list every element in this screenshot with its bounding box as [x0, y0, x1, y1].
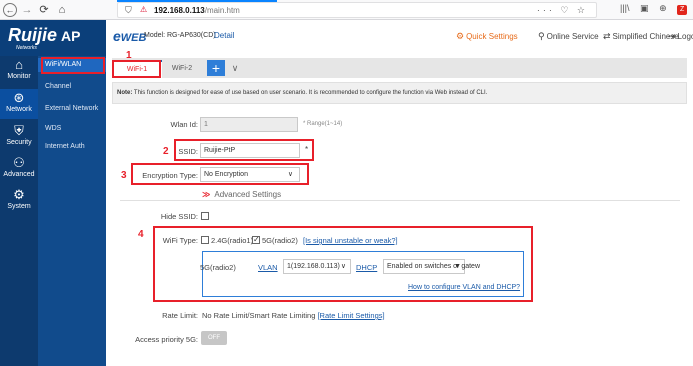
submenu-item-channel[interactable]: Channel — [38, 80, 106, 94]
logo-ap-text: AP — [61, 28, 81, 44]
person-icon: ⚲ — [538, 31, 545, 41]
highlight-box-encryption — [131, 163, 309, 185]
wlan-id-range-hint: * Range(1~14) — [303, 121, 343, 127]
section-divider — [120, 200, 680, 201]
rail-item-monitor[interactable]: ⌂ Monitor — [0, 57, 38, 81]
top-header: eWEB Model: RG-AP630(CD) Detail ⚙ Quick S… — [106, 20, 693, 56]
eweb-logo: eWEB — [113, 28, 146, 44]
online-service-label: Online Service — [546, 32, 599, 41]
shield-icon: ⛨ — [14, 123, 24, 138]
logout-label: Logout — [677, 32, 693, 41]
rail-item-security[interactable]: ⛨ Security — [0, 123, 38, 147]
url-text[interactable]: 192.168.0.113/main.htm — [154, 6, 240, 15]
submenu-item-internet-auth[interactable]: Internet Auth — [38, 140, 106, 154]
tab-wifi-2[interactable]: WiFi-2 — [162, 60, 202, 78]
rate-limit-settings-link[interactable]: [Rate Limit Settings] — [317, 311, 384, 320]
home-icon: ⌂ — [15, 57, 23, 72]
forward-button[interactable]: → — [21, 3, 33, 17]
rail-label-network: Network — [6, 106, 32, 113]
eweb-brand: WEB — [120, 32, 147, 44]
rail-item-system[interactable]: ⚙ System — [0, 187, 38, 211]
quick-settings-label: Quick Settings — [466, 32, 518, 41]
rate-limit-text: No Rate Limit/Smart Rate Limiting — [202, 311, 318, 320]
online-service-button[interactable]: ⚲ Online Service — [538, 31, 599, 42]
highlight-box-wifi-menu — [41, 57, 105, 74]
submenu-item-wds[interactable]: WDS — [38, 122, 106, 136]
back-button[interactable]: ← — [3, 3, 17, 17]
rate-limit-label: Rate Limit: — [162, 311, 198, 320]
wifi-tab-bar: WiFi-1 WiFi-2 + ∨ — [112, 58, 687, 78]
tab-more-chevron-icon[interactable]: ∨ — [227, 60, 243, 76]
hide-ssid-label: Hide SSID: — [160, 212, 198, 221]
reload-button[interactable]: ⟳ — [38, 3, 50, 17]
detail-link[interactable]: Detail — [214, 31, 234, 40]
account-icon[interactable]: ⊕ — [659, 3, 667, 13]
users-icon: ⚇ — [13, 155, 25, 170]
logo-text: Ruijie — [8, 25, 58, 45]
wlan-id-label: Wlan Id: — [170, 120, 198, 129]
note-prefix: Note: — [117, 90, 133, 96]
quick-settings-button[interactable]: ⚙ Quick Settings — [456, 31, 518, 42]
rail-label-advanced: Advanced — [3, 171, 35, 178]
rail-item-advanced[interactable]: ⚇ Advanced — [0, 155, 38, 179]
highlight-box-wifi-type — [153, 226, 533, 302]
logout-button[interactable]: ⇥Logout — [668, 31, 693, 42]
advanced-settings-toggle[interactable]: ≫ Advanced Settings — [202, 190, 281, 199]
hide-ssid-checkbox[interactable] — [201, 212, 209, 220]
quick-settings-icon: ⚙ — [456, 31, 465, 41]
add-wifi-button[interactable]: + — [207, 60, 225, 76]
highlight-box-ssid — [174, 139, 314, 161]
nav-rail: ⌂ Monitor ⊛ Network ⛨ Security ⚇ Advance… — [0, 56, 38, 366]
gear-icon: ⚙ — [13, 187, 25, 202]
rate-limit-value: No Rate Limit/Smart Rate Limiting [Rate … — [202, 311, 385, 320]
device-model: Model: RG-AP630(CD) — [144, 32, 216, 39]
logo-subtitle: Networks — [16, 45, 37, 51]
logout-icon: ⇥ — [668, 31, 676, 41]
rail-label-system: System — [7, 203, 31, 210]
browser-toolbar-icons: |||\ ▣ ⊕ Z — [620, 3, 693, 15]
extension-icon[interactable]: Z — [677, 5, 688, 15]
access-priority-5g-label: Access priority 5G: — [135, 335, 198, 344]
browser-toolbar: ← → ⟳ ⌂ ⛉ ⚠ 192.168.0.113/main.htm ··· ♡… — [0, 0, 693, 20]
url-host: 192.168.0.113 — [154, 6, 205, 15]
highlight-box-wifi1-tab — [112, 60, 161, 78]
home-button[interactable]: ⌂ — [56, 3, 68, 17]
page-actions[interactable]: ··· ♡ ☆ — [537, 5, 588, 16]
rail-label-security: Security — [6, 139, 32, 146]
eweb-e-icon: e — [113, 28, 121, 44]
network-submenu: WiFi/WLAN Channel External Network WDS I… — [38, 56, 106, 366]
advanced-settings-label: Advanced Settings — [214, 190, 282, 199]
sidebar-icon[interactable]: ▣ — [640, 3, 649, 13]
double-chevron-down-icon: ≫ — [202, 190, 211, 199]
insecure-lock-icon[interactable]: ⚠ — [140, 5, 147, 14]
language-icon: ⇄ — [603, 31, 611, 41]
network-icon: ⊛ — [13, 90, 25, 105]
url-bar[interactable]: ⛉ ⚠ 192.168.0.113/main.htm ··· ♡ ☆ — [117, 2, 597, 18]
wlan-id-field: 1 — [200, 117, 298, 132]
annotation-number-1: 1 — [126, 50, 132, 61]
access-priority-5g-toggle[interactable]: OFF — [201, 331, 227, 345]
note-text: This function is designed for ease of us… — [132, 90, 488, 96]
rail-label-monitor: Monitor — [7, 73, 31, 80]
url-path: /main.htm — [204, 6, 240, 15]
rail-item-network[interactable]: ⊛ Network — [0, 89, 38, 119]
note-banner: Note: This function is designed for ease… — [112, 82, 687, 104]
library-icon[interactable]: |||\ — [620, 3, 630, 13]
tracking-shield-icon[interactable]: ⛉ — [125, 5, 132, 16]
submenu-item-external-network[interactable]: External Network — [38, 102, 106, 116]
ruijie-logo: Ruijie AP — [8, 25, 108, 46]
